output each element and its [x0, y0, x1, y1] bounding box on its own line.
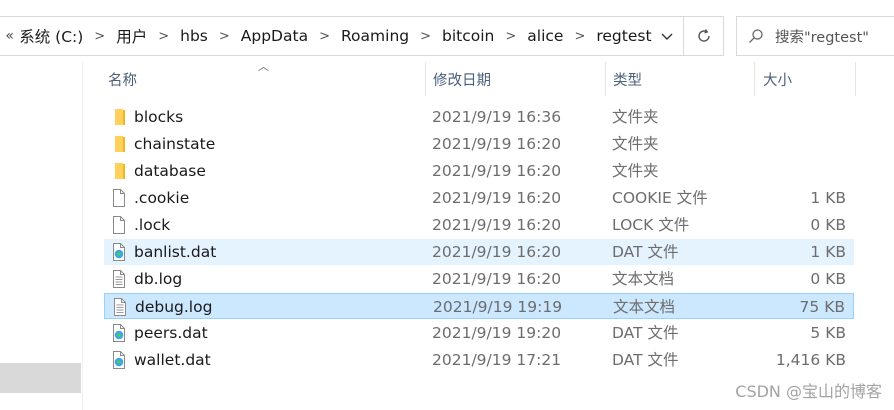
file-name: chainstate	[134, 135, 216, 153]
file-name: debug.log	[135, 298, 213, 316]
navigation-pane[interactable]	[0, 62, 83, 410]
breadcrumb-item[interactable]: Roaming	[341, 27, 409, 45]
refresh-icon	[697, 29, 710, 42]
file-size: 75 KB	[799, 298, 845, 316]
file-row[interactable]: .lock 2021/9/19 16:20 LOCK 文件 0 KB	[104, 212, 854, 238]
folder-icon	[110, 134, 128, 154]
file-icon	[110, 215, 128, 235]
breadcrumb-overflow-button[interactable]: «	[0, 28, 19, 44]
file-modified-date: 2021/9/19 19:19	[433, 298, 563, 316]
file-type: 文本文档	[613, 298, 676, 316]
text-file-icon	[110, 269, 128, 289]
file-size: 5 KB	[810, 324, 846, 342]
file-modified-date: 2021/9/19 16:20	[432, 135, 562, 153]
breadcrumb-item[interactable]: AppData	[241, 27, 308, 45]
file-name: blocks	[134, 108, 184, 126]
file-name: .lock	[134, 216, 171, 234]
column-header-date-label: 修改日期	[433, 72, 491, 89]
watermark: CSDN @宝山的博客	[735, 382, 882, 401]
media-file-icon	[110, 350, 128, 370]
column-header-size-label: 大小	[763, 72, 792, 89]
file-type: DAT 文件	[612, 351, 679, 369]
column-divider[interactable]	[425, 62, 426, 96]
text-file-icon	[111, 297, 129, 317]
file-type: DAT 文件	[612, 243, 679, 261]
file-row[interactable]: wallet.dat 2021/9/19 17:21 DAT 文件 1,416 KB	[104, 347, 854, 373]
file-size: 0 KB	[810, 270, 846, 288]
breadcrumb-item-current[interactable]: regtest	[596, 27, 651, 45]
file-name: database	[134, 162, 206, 180]
file-row[interactable]: debug.log 2021/9/19 19:19 文本文档 75 KB	[104, 293, 854, 319]
file-type: LOCK 文件	[612, 216, 690, 234]
folder-icon	[110, 107, 128, 127]
chevron-right-icon[interactable]: >	[319, 29, 330, 44]
column-header-name-label: 名称	[108, 72, 137, 89]
file-modified-date: 2021/9/19 17:21	[432, 351, 562, 369]
file-modified-date: 2021/9/19 16:20	[432, 216, 562, 234]
breadcrumb-item[interactable]: 用户	[116, 25, 147, 47]
chevron-right-icon[interactable]: >	[574, 29, 585, 44]
column-divider[interactable]	[754, 62, 755, 96]
file-type: 文件夹	[612, 162, 659, 180]
file-type: 文本文档	[612, 270, 675, 288]
file-modified-date: 2021/9/19 16:20	[432, 162, 562, 180]
file-size: 1,416 KB	[775, 351, 846, 369]
address-bar[interactable]: « 系统 (C:) > 用户 > hbs > AppData > Roaming…	[0, 16, 684, 56]
media-file-icon	[110, 242, 128, 262]
column-header-type-label: 类型	[613, 72, 642, 89]
chevron-right-icon[interactable]: >	[219, 29, 230, 44]
file-row[interactable]: peers.dat 2021/9/19 19:20 DAT 文件 5 KB	[104, 320, 854, 346]
file-row[interactable]: banlist.dat 2021/9/19 16:20 DAT 文件 1 KB	[104, 239, 854, 265]
file-modified-date: 2021/9/19 19:20	[432, 324, 562, 342]
search-icon	[737, 28, 775, 44]
file-name: db.log	[134, 270, 183, 288]
chevron-right-icon[interactable]: >	[505, 29, 516, 44]
breadcrumb-item[interactable]: 系统 (C:)	[19, 25, 83, 47]
file-row[interactable]: database 2021/9/19 16:20 文件夹	[104, 158, 854, 184]
search-placeholder: 搜索"regtest"	[775, 29, 869, 46]
file-type: 文件夹	[612, 108, 659, 126]
column-divider[interactable]	[605, 62, 606, 96]
file-name: .cookie	[134, 189, 190, 207]
file-name: banlist.dat	[134, 243, 217, 261]
file-size: 1 KB	[810, 243, 846, 261]
file-name: peers.dat	[134, 324, 208, 342]
breadcrumb-item[interactable]: hbs	[180, 27, 208, 45]
file-row[interactable]: blocks 2021/9/19 16:36 文件夹	[104, 104, 854, 130]
file-row[interactable]: .cookie 2021/9/19 16:20 COOKIE 文件 1 KB	[104, 185, 854, 211]
file-name: wallet.dat	[134, 351, 211, 369]
file-modified-date: 2021/9/19 16:36	[432, 108, 562, 126]
file-row[interactable]: chainstate 2021/9/19 16:20 文件夹	[104, 131, 854, 157]
breadcrumb-item[interactable]: bitcoin	[442, 27, 494, 45]
chevron-right-icon[interactable]: >	[420, 29, 431, 44]
column-header-date[interactable]: 修改日期	[433, 62, 605, 96]
file-type: COOKIE 文件	[612, 189, 708, 207]
breadcrumb-item[interactable]: alice	[527, 27, 563, 45]
chevron-down-icon[interactable]	[652, 27, 683, 45]
search-box[interactable]: 搜索"regtest"	[736, 16, 894, 56]
file-size: 0 KB	[810, 216, 846, 234]
file-row[interactable]: db.log 2021/9/19 16:20 文本文档 0 KB	[104, 266, 854, 292]
chevron-right-icon[interactable]: >	[158, 29, 169, 44]
folder-icon	[110, 161, 128, 181]
column-header-type[interactable]: 类型	[613, 62, 753, 96]
title-bar-remnant	[0, 0, 894, 10]
file-type: DAT 文件	[612, 324, 679, 342]
column-header-size[interactable]: 大小	[763, 62, 853, 96]
column-divider[interactable]	[855, 62, 856, 96]
file-modified-date: 2021/9/19 16:20	[432, 243, 562, 261]
column-header-name[interactable]: 名称	[108, 62, 426, 96]
file-modified-date: 2021/9/19 16:20	[432, 189, 562, 207]
refresh-button[interactable]	[684, 16, 724, 56]
file-icon	[110, 188, 128, 208]
chevron-right-icon[interactable]: >	[94, 29, 105, 44]
file-size: 1 KB	[810, 189, 846, 207]
file-type: 文件夹	[612, 135, 659, 153]
navigation-item-selected[interactable]	[0, 363, 81, 393]
media-file-icon	[110, 323, 128, 343]
file-modified-date: 2021/9/19 16:20	[432, 270, 562, 288]
